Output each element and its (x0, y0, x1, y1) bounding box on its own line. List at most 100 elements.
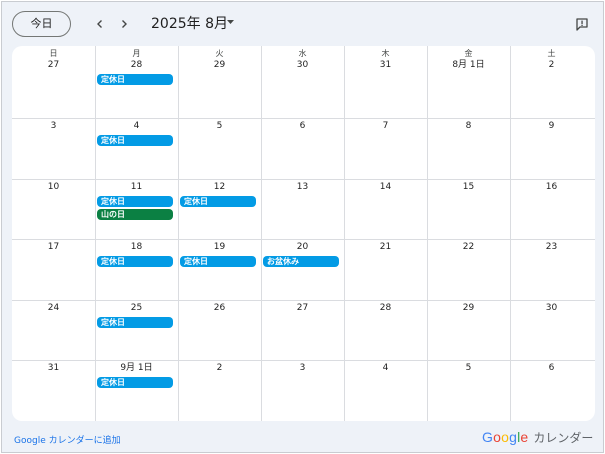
day-number[interactable]: 11 (95, 182, 178, 193)
day-number[interactable]: 28 (95, 60, 178, 71)
today-button[interactable]: 今日 (12, 11, 71, 37)
day-number[interactable]: 24 (12, 303, 95, 314)
day-number[interactable]: 12 (178, 182, 261, 193)
event-chip[interactable]: 定休日 (180, 196, 256, 207)
day-number[interactable]: 29 (427, 303, 510, 314)
day-number[interactable]: 7 (344, 121, 427, 132)
day-cell[interactable]: 31 (12, 360, 95, 421)
day-cell[interactable]: 24 (12, 300, 95, 360)
add-to-google-calendar-link[interactable]: Google カレンダーに追加 (14, 433, 121, 446)
day-number[interactable]: 9月 1日 (95, 363, 178, 374)
day-number[interactable]: 30 (261, 60, 344, 71)
caret-down-icon[interactable] (226, 19, 235, 25)
event-chip[interactable]: 定休日 (97, 135, 173, 146)
day-number[interactable]: 31 (344, 60, 427, 71)
day-cell[interactable]: 27 (12, 46, 95, 118)
event-chip[interactable]: 山の日 (97, 209, 173, 220)
day-cell[interactable]: 29 (427, 300, 510, 360)
day-cell[interactable]: 6 (261, 118, 344, 179)
day-cell[interactable]: 25 定休日 (95, 300, 178, 360)
day-cell[interactable]: 5 (178, 118, 261, 179)
day-number[interactable]: 9 (510, 121, 593, 132)
day-number[interactable]: 20 (261, 242, 344, 253)
day-number[interactable]: 25 (95, 303, 178, 314)
event-chip[interactable]: 定休日 (97, 317, 173, 328)
month-title[interactable]: 2025年 8月 (151, 14, 228, 34)
day-cell[interactable]: 16 (510, 179, 593, 239)
event-chip[interactable]: 定休日 (180, 256, 256, 267)
day-cell[interactable]: 22 (427, 239, 510, 300)
day-cell[interactable]: 8月 1日 (427, 46, 510, 118)
day-cell[interactable]: 19 定休日 (178, 239, 261, 300)
day-number[interactable]: 3 (12, 121, 95, 132)
day-cell[interactable]: 17 (12, 239, 95, 300)
day-cell[interactable]: 9月 1日定休日 (95, 360, 178, 421)
day-cell[interactable]: 3 (261, 360, 344, 421)
day-cell[interactable]: 4 (344, 360, 427, 421)
day-number[interactable]: 21 (344, 242, 427, 253)
day-cell[interactable]: 26 (178, 300, 261, 360)
day-cell[interactable]: 14 (344, 179, 427, 239)
next-month-button[interactable] (114, 14, 134, 34)
day-cell[interactable]: 7 (344, 118, 427, 179)
event-chip[interactable]: 定休日 (97, 196, 173, 207)
day-cell[interactable]: 30 (261, 46, 344, 118)
event-chip[interactable]: 定休日 (97, 256, 173, 267)
day-number[interactable]: 27 (261, 303, 344, 314)
day-number[interactable]: 13 (261, 182, 344, 193)
day-cell[interactable]: 30 (510, 300, 593, 360)
day-number[interactable]: 26 (178, 303, 261, 314)
day-cell[interactable]: 21 (344, 239, 427, 300)
previous-month-button[interactable] (90, 14, 110, 34)
day-number[interactable]: 3 (261, 363, 344, 374)
day-number[interactable]: 8月 1日 (427, 60, 510, 71)
day-number[interactable]: 6 (261, 121, 344, 132)
day-number[interactable]: 29 (178, 60, 261, 71)
day-cell[interactable]: 4 定休日 (95, 118, 178, 179)
day-number[interactable]: 8 (427, 121, 510, 132)
day-cell[interactable]: 31 (344, 46, 427, 118)
day-number[interactable]: 16 (510, 182, 593, 193)
day-cell[interactable]: 13 (261, 179, 344, 239)
day-cell[interactable]: 8 (427, 118, 510, 179)
day-cell[interactable]: 10 (12, 179, 95, 239)
day-number[interactable]: 2 (178, 363, 261, 374)
day-cell[interactable]: 15 (427, 179, 510, 239)
day-cell[interactable]: 11 定休日山の日 (95, 179, 178, 239)
feedback-button[interactable] (573, 15, 591, 33)
day-number[interactable]: 5 (427, 363, 510, 374)
day-number[interactable]: 4 (344, 363, 427, 374)
day-cell[interactable]: 29 (178, 46, 261, 118)
day-number[interactable]: 14 (344, 182, 427, 193)
day-cell[interactable]: 23 (510, 239, 593, 300)
day-cell[interactable]: 2 (178, 360, 261, 421)
day-cell[interactable]: 28 (344, 300, 427, 360)
day-number[interactable]: 2 (510, 60, 593, 71)
day-number[interactable]: 19 (178, 242, 261, 253)
day-cell[interactable]: 3 (12, 118, 95, 179)
day-cell[interactable]: 9 (510, 118, 593, 179)
day-number[interactable]: 17 (12, 242, 95, 253)
day-number[interactable]: 22 (427, 242, 510, 253)
day-cell[interactable]: 5 (427, 360, 510, 421)
day-cell[interactable]: 2 (510, 46, 593, 118)
day-number[interactable]: 6 (510, 363, 593, 374)
day-number[interactable]: 28 (344, 303, 427, 314)
day-number[interactable]: 27 (12, 60, 95, 71)
day-number[interactable]: 31 (12, 363, 95, 374)
day-cell[interactable]: 6 (510, 360, 593, 421)
day-number[interactable]: 15 (427, 182, 510, 193)
day-number[interactable]: 5 (178, 121, 261, 132)
day-number[interactable]: 4 (95, 121, 178, 132)
day-cell[interactable]: 20 お盆休み (261, 239, 344, 300)
day-number[interactable]: 10 (12, 182, 95, 193)
day-cell[interactable]: 27 (261, 300, 344, 360)
google-calendar-brand[interactable]: Google カレンダー (482, 427, 593, 447)
event-chip[interactable]: 定休日 (97, 377, 173, 388)
event-chip[interactable]: 定休日 (97, 74, 173, 85)
day-number[interactable]: 23 (510, 242, 593, 253)
day-number[interactable]: 18 (95, 242, 178, 253)
day-cell[interactable]: 12 定休日 (178, 179, 261, 239)
day-number[interactable]: 30 (510, 303, 593, 314)
event-chip[interactable]: お盆休み (263, 256, 339, 267)
